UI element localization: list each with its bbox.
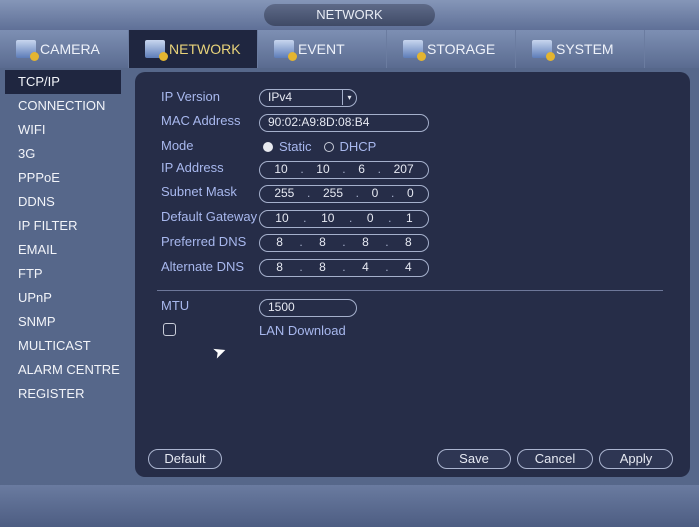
mac-address-label: MAC Address [161,113,241,128]
mtu-label: MTU [161,298,190,313]
tab-system[interactable]: SYSTEM [516,30,645,68]
sidebar-item-ip-filter[interactable]: IP FILTER [5,214,121,238]
octet: 8 [276,235,283,249]
static-label: Static [279,139,312,154]
dhcp-label: DHCP [339,139,377,154]
tab-storage[interactable]: STORAGE [387,30,516,68]
octet: 4 [362,260,369,274]
tab-label: SYSTEM [556,41,614,57]
ip-address-label: IP Address [161,160,224,175]
octet: 1 [405,211,413,225]
octet: 8 [405,235,412,249]
main-tabs: CAMERA NETWORK EVENT STORAGE SYSTEM [0,30,699,68]
sidebar-item-upnp[interactable]: UPnP [5,286,121,310]
octet: 8 [319,235,326,249]
octet: 0 [406,186,414,200]
network-icon [145,40,168,61]
sidebar-item-pppoe[interactable]: PPPoE [5,166,121,190]
sidebar-item-tcpip[interactable]: TCP/IP [5,70,121,94]
tab-label: EVENT [298,41,345,57]
gateway-field[interactable]: 10. 10. 0. 1 [259,210,429,228]
tab-label: CAMERA [40,41,100,57]
sidebar-item-3g[interactable]: 3G [5,142,121,166]
sidebar: TCP/IP CONNECTION WIFI 3G PPPoE DDNS IP … [0,70,133,406]
ip-version-value: IPv4 [268,90,293,104]
lan-download-label: LAN Download [259,323,346,338]
octet: 255 [274,186,295,200]
default-button[interactable]: Default [148,449,222,469]
octet: 4 [405,260,412,274]
dhcp-radio[interactable] [323,141,334,152]
tab-event[interactable]: EVENT [258,30,387,68]
alternate-dns-label: Alternate DNS [161,259,245,274]
sidebar-item-email[interactable]: EMAIL [5,238,121,262]
gateway-label: Default Gateway [161,209,258,224]
event-icon [274,40,297,61]
camera-icon [16,40,39,61]
subnet-mask-label: Subnet Mask [161,184,237,199]
save-button[interactable]: Save [437,449,511,469]
alternate-dns-field[interactable]: 8.8.4.4 [259,259,429,277]
octet: 6 [358,162,365,176]
window-title: NETWORK [264,4,435,26]
sidebar-item-ddns[interactable]: DDNS [5,190,121,214]
mouse-cursor-icon: ➤ [210,342,230,363]
octet: 10 [275,211,289,225]
ip-version-select[interactable]: IPv4 ▾ [259,89,357,107]
tcpip-panel: IP Version IPv4 ▾ MAC Address 90:02:A9:8D… [135,72,690,477]
ip-address-field[interactable]: 10. 10. 6. 207 [259,161,429,179]
sidebar-item-wifi[interactable]: WIFI [5,118,121,142]
bottom-bar [0,485,699,527]
octet: 207 [393,162,414,176]
sidebar-item-multicast[interactable]: MULTICAST [5,334,121,358]
octet: 10 [316,162,330,176]
tab-label: STORAGE [427,41,496,57]
system-icon [532,40,555,61]
octet: 8 [276,260,283,274]
preferred-dns-label: Preferred DNS [161,234,247,249]
preferred-dns-field[interactable]: 8.8.8.8 [259,234,429,252]
mode-label: Mode [161,138,194,153]
tab-label: NETWORK [169,41,241,57]
mac-address-field[interactable]: 90:02:A9:8D:08:B4 [259,114,429,132]
octet: 8 [319,260,326,274]
sidebar-item-alarm-centre[interactable]: ALARM CENTRE [5,358,121,382]
octet: 8 [362,235,369,249]
sidebar-item-snmp[interactable]: SNMP [5,310,121,334]
divider [157,290,663,291]
cancel-button[interactable]: Cancel [517,449,593,469]
sidebar-item-ftp[interactable]: FTP [5,262,121,286]
apply-button[interactable]: Apply [599,449,673,469]
octet: 255 [322,186,343,200]
octet: 10 [321,211,335,225]
title-bar: NETWORK [0,0,699,30]
octet: 10 [274,162,288,176]
chevron-down-icon: ▾ [342,90,356,105]
sidebar-item-register[interactable]: REGISTER [5,382,121,406]
octet: 0 [371,186,379,200]
sidebar-item-connection[interactable]: CONNECTION [5,94,121,118]
tab-network[interactable]: NETWORK [129,30,258,68]
mtu-field[interactable]: 1500 [259,299,357,317]
subnet-mask-field[interactable]: 255. 255. 0. 0 [259,185,429,203]
octet: 0 [366,211,374,225]
tab-camera[interactable]: CAMERA [0,30,129,68]
ip-version-label: IP Version [161,89,221,104]
lan-download-checkbox[interactable] [163,323,176,336]
storage-icon [403,40,426,61]
static-radio[interactable] [263,141,273,152]
